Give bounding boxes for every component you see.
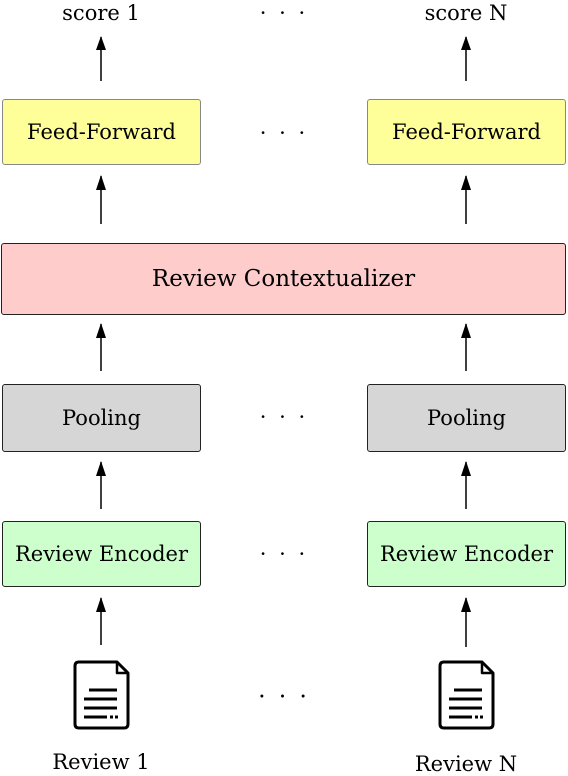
pooling-label: Pooling: [427, 406, 506, 430]
arrow-left-ff-to-score: [96, 36, 106, 81]
ellipsis-feed-forward: · · ·: [259, 121, 309, 145]
review-encoder-box-first: Review Encoder: [2, 521, 201, 587]
arrow-right-doc-to-enc: [461, 597, 471, 647]
review-encoder-label: Review Encoder: [14, 542, 189, 566]
score-label-first: score 1: [62, 1, 140, 25]
ellipsis-pooling: · · ·: [259, 405, 309, 429]
ellipsis-encoder: · · ·: [259, 542, 309, 566]
document-icon: [438, 660, 495, 730]
arrow-right-ff-to-score: [461, 36, 471, 81]
ellipsis-scores: · · ·: [259, 1, 309, 25]
review-label-first: Review 1: [52, 750, 150, 774]
pooling-label: Pooling: [62, 406, 141, 430]
ellipsis-reviews: · · ·: [258, 684, 310, 710]
arrow-left-ctx-to-ff: [96, 175, 106, 224]
review-label-last: Review N: [414, 752, 518, 776]
review-contextualizer-label: Review Contextualizer: [151, 266, 416, 292]
feed-forward-label: Feed-Forward: [392, 120, 541, 144]
review-encoder-label: Review Encoder: [379, 542, 554, 566]
feed-forward-box-first: Feed-Forward: [2, 99, 201, 165]
pooling-box-first: Pooling: [2, 384, 201, 452]
review-encoder-box-last: Review Encoder: [367, 521, 566, 587]
arrow-left-enc-to-pool: [96, 461, 106, 509]
score-label-last: score N: [424, 1, 508, 25]
arrow-right-ctx-to-ff: [461, 175, 471, 224]
arrow-left-pool-to-ctx: [96, 323, 106, 371]
arrow-right-enc-to-pool: [461, 461, 471, 509]
pooling-box-last: Pooling: [367, 384, 566, 452]
arrow-right-pool-to-ctx: [461, 323, 471, 371]
feed-forward-box-last: Feed-Forward: [367, 99, 566, 165]
feed-forward-label: Feed-Forward: [27, 120, 176, 144]
document-icon: [73, 660, 130, 730]
review-contextualizer-box: Review Contextualizer: [1, 243, 566, 315]
arrow-left-doc-to-enc: [96, 597, 106, 645]
